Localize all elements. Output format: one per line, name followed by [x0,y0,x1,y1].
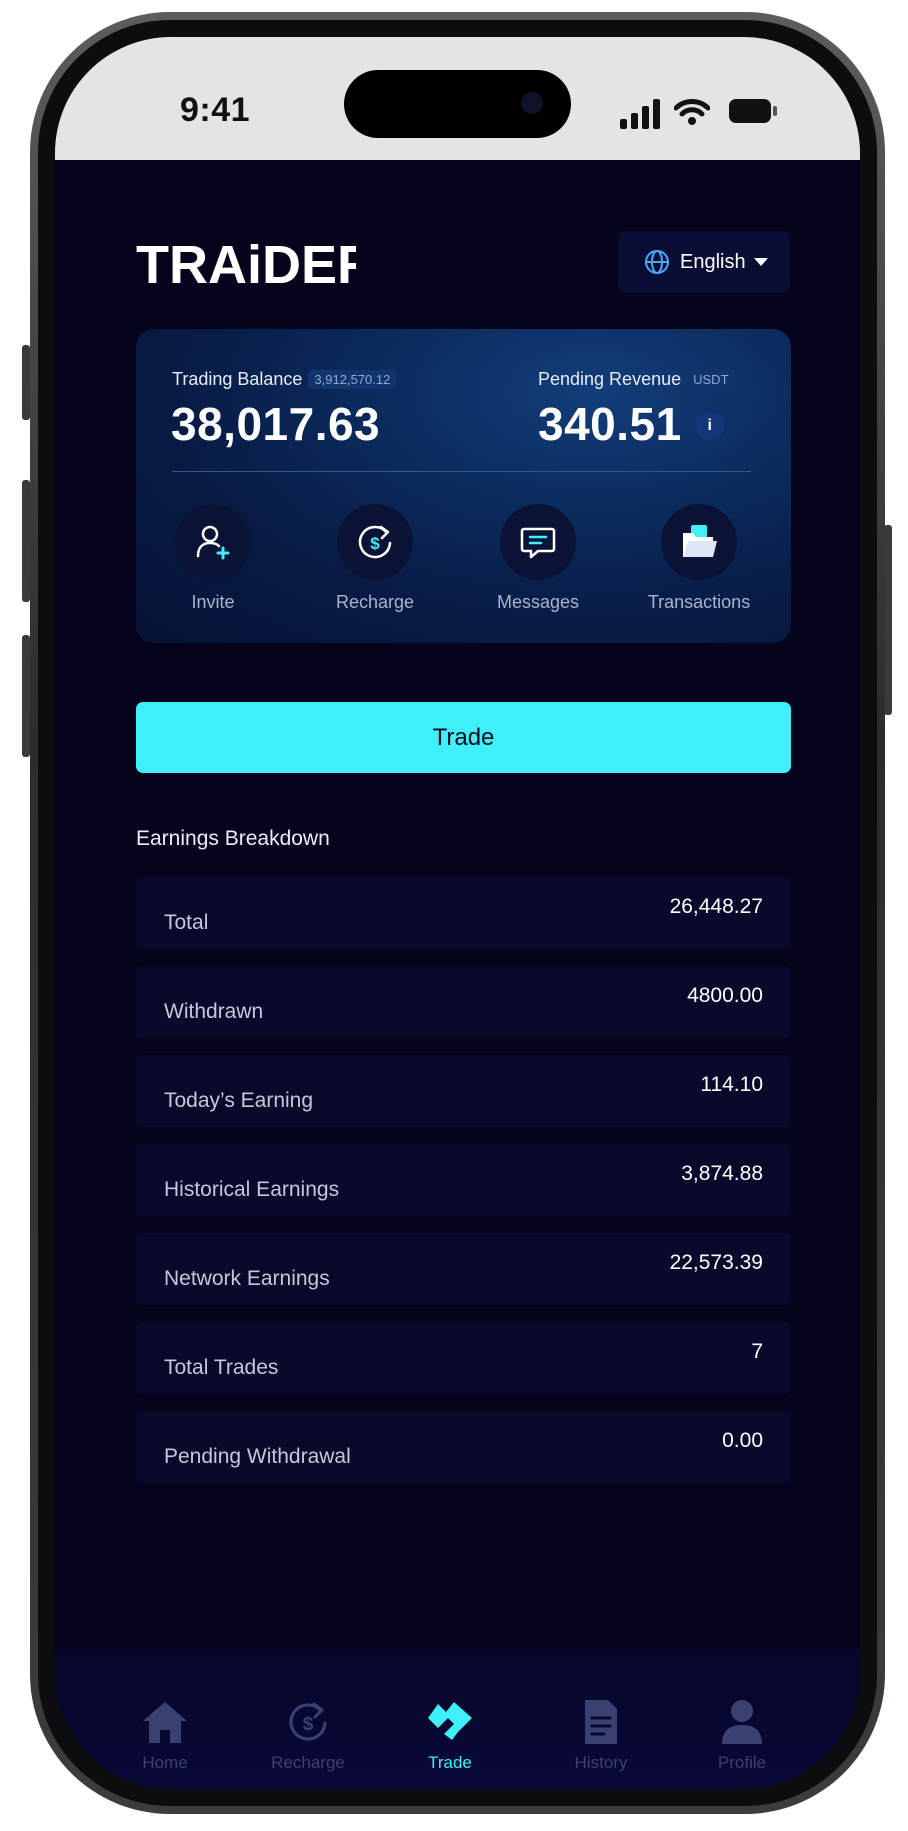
message-icon [520,527,556,559]
trade-button[interactable]: Trade [136,702,791,773]
user-icon [722,1700,762,1744]
status-time: 9:41 [180,91,251,129]
trading-balance-header: Trading Balance 3,912,570.12 [172,369,397,390]
earnings-row-network-earnings: Network Earnings 22,573.39 [136,1233,791,1305]
folder-icon [683,525,717,557]
trading-balance-value: 38,017.63 [171,398,381,450]
earnings-row-value: 0.00 [722,1429,763,1452]
earnings-row-label: Total Trades [164,1356,279,1379]
tab-history-label: History [574,1753,628,1772]
language-selector[interactable]: English [618,231,790,293]
messages-label: Messages [496,592,580,612]
home-icon [143,1702,187,1743]
tab-history[interactable]: History [541,1697,661,1773]
earnings-row-pending-withdrawal: Pending Withdrawal 0.00 [136,1411,791,1483]
messages-button[interactable]: Messages [478,504,598,613]
power-button [884,525,892,715]
trading-balance-label: Trading Balance [172,369,303,389]
volume-down-button [22,635,30,757]
earnings-row-total: Total 26,448.27 [136,877,791,949]
tab-profile-label: Profile [717,1753,767,1772]
battery-icon [729,99,777,123]
pending-revenue-row: 340.51 i [538,397,724,451]
chevron-down-icon [753,258,768,266]
svg-text:$: $ [370,534,380,553]
earnings-row-value: 7 [751,1340,763,1363]
phone-bezel: 9:41 TRAiDER English Trading Balance 3,9… [38,20,877,1806]
tab-recharge-label: Recharge [271,1753,345,1772]
tab-home-label: Home [142,1753,188,1772]
status-bar: 9:41 [55,37,860,160]
earnings-breakdown-title: Earnings Breakdown [136,827,330,850]
tab-home[interactable]: Home [105,1697,225,1773]
transactions-icon-circle [661,504,737,580]
earnings-row-value: 3,874.88 [681,1162,763,1185]
document-icon [585,1700,617,1744]
transactions-button[interactable]: Transactions [639,504,759,613]
earnings-row-todays-earning: Today’s Earning 114.10 [136,1055,791,1127]
earnings-row-historical-earnings: Historical Earnings 3,874.88 [136,1144,791,1216]
wifi-icon [674,99,710,125]
trade-icon [428,1702,472,1740]
earnings-row-value: 22,573.39 [669,1251,763,1274]
earnings-row-value: 114.10 [700,1073,763,1096]
pending-revenue-header: Pending Revenue USDT [538,369,735,390]
recharge-icon: $ [289,1702,327,1741]
app-screen: 9:41 TRAiDER English Trading Balance 3,9… [55,37,860,1789]
earnings-row-label: Total [164,911,209,934]
phone-frame: 9:41 TRAiDER English Trading Balance 3,9… [30,12,885,1814]
recharge-button[interactable]: $ Recharge [315,504,435,613]
svg-text:$: $ [303,1714,314,1735]
invite-button[interactable]: Invite [153,504,273,613]
tab-trade[interactable]: Trade [390,1697,510,1773]
transactions-label: Transactions [647,592,751,612]
globe-icon [645,250,669,274]
balance-card: Trading Balance 3,912,570.12 38,017.63 Pe… [136,329,791,643]
bottom-tab-bar: Home $ Recharge Trade History Profile [55,1647,860,1789]
recharge-icon-circle: $ [337,504,413,580]
svg-text:TRAiDER: TRAiDER [136,237,356,289]
cellular-signal-icon [620,99,660,129]
traider-logo: TRAiDER [136,237,356,289]
tab-recharge[interactable]: $ Recharge [248,1697,368,1773]
language-label: English [680,250,746,273]
recharge-icon: $ [358,525,392,559]
currency-badge: USDT [687,370,735,389]
earnings-row-label: Network Earnings [164,1267,330,1290]
trading-balance-tag: 3,912,570.12 [308,370,397,389]
earnings-row-withdrawn: Withdrawn 4800.00 [136,966,791,1038]
invite-icon-circle [175,504,251,580]
card-divider [172,471,751,472]
volume-up-button [22,480,30,602]
earnings-row-label: Pending Withdrawal [164,1445,351,1468]
earnings-row-label: Withdrawn [164,1000,264,1023]
earnings-row-value: 26,448.27 [669,895,763,918]
messages-icon-circle [500,504,576,580]
tab-trade-label: Trade [428,1753,472,1772]
earnings-row-label: Today’s Earning [164,1089,314,1112]
earnings-list: Total 26,448.27 Withdrawn 4800.00 Today’… [136,877,791,1500]
camera-icon [521,92,543,114]
earnings-row-total-trades: Total Trades 7 [136,1322,791,1394]
tab-profile[interactable]: Profile [682,1697,802,1773]
invite-label: Invite [191,592,235,612]
recharge-label: Recharge [335,592,415,612]
earnings-row-label: Historical Earnings [164,1178,340,1201]
action-button [22,345,30,420]
add-user-icon [196,525,230,560]
pending-revenue-value: 340.51 [538,398,682,450]
info-icon[interactable]: i [695,412,724,440]
earnings-row-value: 4800.00 [687,984,763,1007]
pending-revenue-label: Pending Revenue [538,369,682,389]
dynamic-island [344,70,571,138]
